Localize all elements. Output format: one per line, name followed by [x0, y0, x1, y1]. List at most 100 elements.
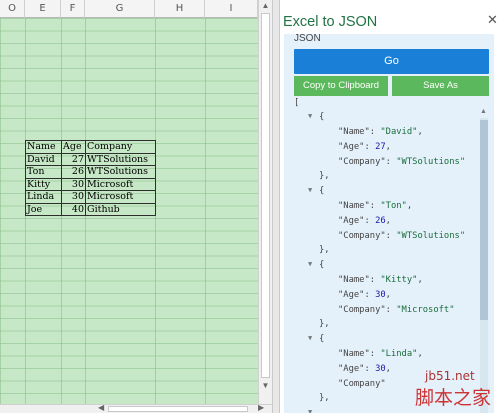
cell-company[interactable]: WTSolutions: [85, 152, 156, 166]
json-number-value: 26: [375, 216, 386, 226]
json-line: "Age": 30,: [338, 290, 391, 300]
collapse-triangle-icon[interactable]: ▼: [308, 260, 312, 268]
json-brace-open: {: [319, 112, 325, 122]
column-header-e[interactable]: E: [25, 0, 61, 18]
cell-name[interactable]: Linda: [25, 190, 62, 204]
json-number-value: 30: [375, 290, 386, 300]
json-key: "Name": [338, 349, 370, 359]
scroll-thumb[interactable]: [261, 13, 270, 378]
json-brace-close: },: [319, 393, 330, 403]
json-key: "Company": [338, 157, 386, 167]
json-key: "Company": [338, 231, 386, 241]
json-line: "Company": "WTSolutions": [338, 157, 466, 167]
column-header-i[interactable]: I: [205, 0, 258, 18]
cell-age[interactable]: 30: [61, 177, 86, 191]
json-key: "Age": [338, 290, 365, 300]
json-string-value: "WTSolutions": [396, 231, 466, 241]
column-header-f[interactable]: F: [61, 0, 85, 18]
json-string-value: "WTSolutions": [396, 157, 466, 167]
pane-splitter[interactable]: [272, 0, 280, 413]
json-key: "Name": [338, 127, 370, 137]
table-row: Joe 40 Github: [25, 202, 156, 216]
collapse-triangle-icon[interactable]: ▼: [308, 112, 312, 120]
column-header-h[interactable]: H: [155, 0, 205, 18]
json-line: "Company": "WTSolutions": [338, 231, 466, 241]
cell-name[interactable]: David: [25, 152, 62, 166]
json-line: "Name": "David",: [338, 127, 423, 137]
data-table: Name Age Company David 27 WTSolutions To…: [25, 140, 156, 216]
json-key: "Name": [338, 201, 370, 211]
close-icon[interactable]: ✕: [487, 12, 498, 28]
json-brace-close: },: [319, 319, 330, 329]
header-cell-name[interactable]: Name: [25, 140, 62, 154]
watermark-text: 脚本之家: [415, 387, 492, 409]
table-header-row: Name Age Company: [25, 140, 156, 154]
copy-to-clipboard-button[interactable]: Copy to Clipboard: [294, 76, 388, 96]
scroll-down-icon[interactable]: ▼: [259, 380, 272, 392]
section-label: JSON: [294, 34, 321, 44]
json-key: "Age": [338, 364, 365, 374]
sheet-vertical-scrollbar[interactable]: ▲ ▼: [258, 0, 272, 404]
scroll-right-icon[interactable]: ▶: [258, 403, 264, 412]
header-cell-age[interactable]: Age: [61, 140, 86, 154]
table-row: Kitty 30 Microsoft: [25, 177, 156, 191]
pane-body: JSON Go Copy to Clipboard Save As [ ▼ { …: [284, 34, 494, 413]
json-key: "Name": [338, 275, 370, 285]
scroll-up-icon[interactable]: ▲: [480, 108, 487, 115]
json-line: "Company": "Microsoft": [338, 305, 455, 315]
json-key: "Company": [338, 379, 386, 389]
cell-age[interactable]: 30: [61, 190, 86, 204]
json-brace-open: {: [319, 260, 325, 270]
watermark-site: jb51.net: [425, 369, 475, 383]
table-row: Linda 30 Microsoft: [25, 190, 156, 204]
cell-age[interactable]: 27: [61, 152, 86, 166]
cell-name[interactable]: Ton: [25, 165, 62, 179]
collapse-triangle-icon[interactable]: ▼: [308, 334, 312, 342]
json-brace-close: },: [319, 171, 330, 181]
scroll-thumb[interactable]: [108, 406, 248, 412]
column-header-g[interactable]: G: [85, 0, 155, 18]
scroll-thumb[interactable]: [480, 120, 488, 320]
json-string-value: "Linda": [380, 349, 418, 359]
task-pane: Excel to JSON ✕ JSON Go Copy to Clipboar…: [280, 0, 500, 413]
watermark-logo: jb51.net 脚本之家: [385, 369, 500, 413]
json-bracket-open: [: [294, 98, 300, 108]
scroll-left-icon[interactable]: ◀: [98, 403, 104, 412]
sheet-horizontal-scrollbar[interactable]: ◀ ▶: [0, 403, 272, 413]
json-line: "Age": 27,: [338, 142, 391, 152]
json-key: "Age": [338, 142, 365, 152]
json-brace-open: {: [319, 334, 325, 344]
json-brace-close: },: [319, 245, 330, 255]
cell-name[interactable]: Joe: [25, 202, 62, 216]
json-line: "Age": 30,: [338, 364, 391, 374]
column-headers: O E F G H I: [0, 0, 258, 18]
column-header-o[interactable]: O: [0, 0, 25, 18]
json-line: "Name": "Ton",: [338, 201, 413, 211]
json-string-value: "Ton": [380, 201, 407, 211]
json-brace-open: {: [319, 186, 325, 196]
spreadsheet-area[interactable]: O E F G H I Name Age Company David 27 WT…: [0, 0, 272, 413]
cell-age[interactable]: 26: [61, 165, 86, 179]
table-row: Ton 26 WTSolutions: [25, 165, 156, 179]
cell-company[interactable]: WTSolutions: [85, 165, 156, 179]
json-number-value: 27: [375, 142, 386, 152]
json-key: "Company": [338, 305, 386, 315]
collapse-triangle-icon[interactable]: ▼: [308, 186, 312, 194]
json-string-value: "Kitty": [380, 275, 418, 285]
json-line: "Age": 26,: [338, 216, 391, 226]
cell-company[interactable]: Microsoft: [85, 177, 156, 191]
scroll-up-icon[interactable]: ▲: [259, 0, 272, 12]
json-key: "Age": [338, 216, 365, 226]
json-line: "Company": [338, 377, 386, 391]
pane-title: Excel to JSON: [283, 14, 378, 30]
json-line: "Name": "Linda",: [338, 349, 423, 359]
save-as-button[interactable]: Save As: [392, 76, 489, 96]
header-cell-company[interactable]: Company: [85, 140, 156, 154]
go-button[interactable]: Go: [294, 49, 489, 74]
json-string-value: "David": [380, 127, 418, 137]
collapse-triangle-icon[interactable]: ▼: [308, 408, 312, 413]
cell-name[interactable]: Kitty: [25, 177, 62, 191]
cell-age[interactable]: 40: [61, 202, 86, 216]
cell-company[interactable]: Microsoft: [85, 190, 156, 204]
cell-company[interactable]: Github: [85, 202, 156, 216]
